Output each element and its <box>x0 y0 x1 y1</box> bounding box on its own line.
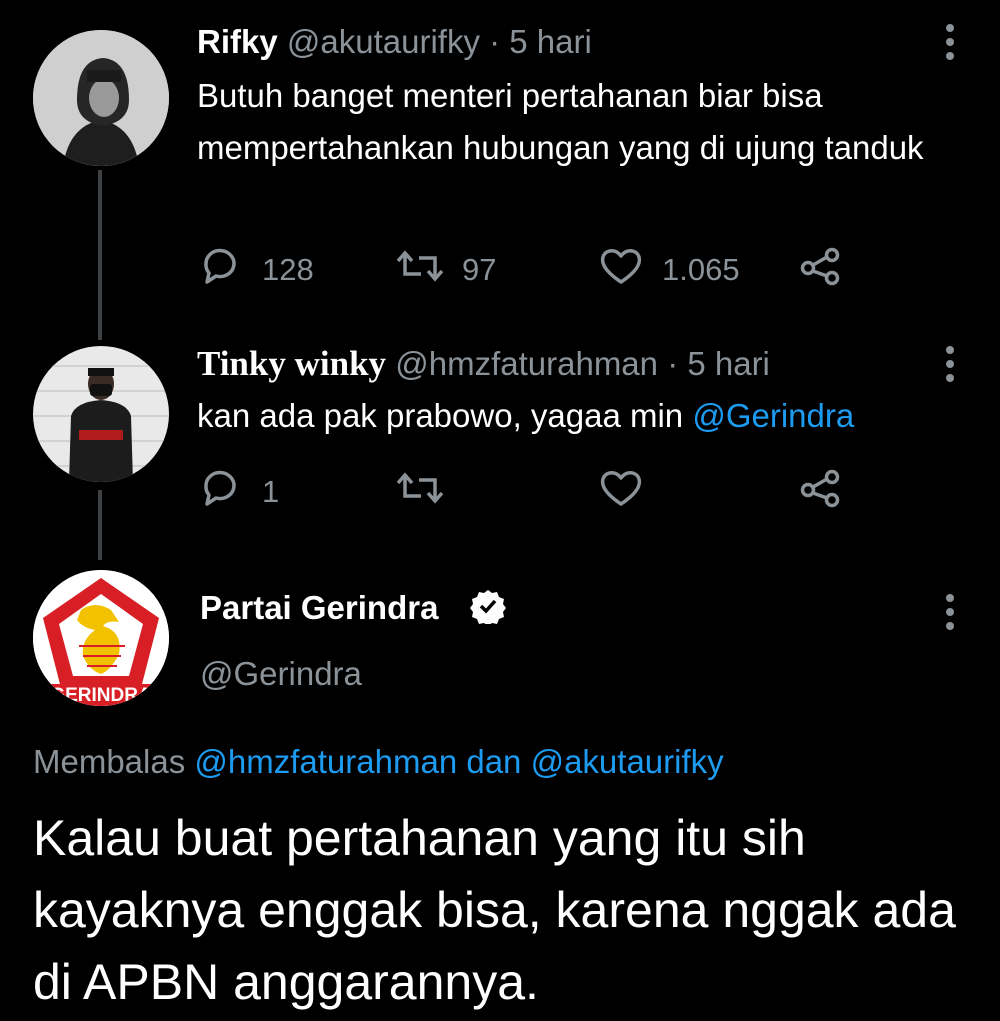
tweet-time: · 5 hari <box>667 345 770 382</box>
retweet-count: 97 <box>462 252 497 287</box>
mention-link[interactable]: @Gerindra <box>692 397 854 434</box>
main-tweet-text: Kalau buat pertahanan yang itu sih kayak… <box>33 810 956 1010</box>
author-handle[interactable]: @Gerindra <box>200 652 362 696</box>
author-name[interactable]: Tinky winky <box>197 344 386 383</box>
mention-link[interactable]: @akutaurifky <box>531 743 724 780</box>
reply-icon[interactable] <box>200 244 240 288</box>
author-handle[interactable]: @hmzfaturahman <box>395 345 658 382</box>
replying-label: Membalas <box>33 743 195 780</box>
share-icon[interactable] <box>798 244 844 288</box>
retweet-icon[interactable] <box>395 244 445 288</box>
tweet-thread-screen: Rifky @akutaurifky · 5 hari Butuh banget… <box>0 0 1000 1021</box>
avatar-tinky-winky[interactable] <box>33 346 169 482</box>
tweet-text: Butuh banget menteri pertahanan biar bis… <box>197 77 924 166</box>
replying-and: dan <box>457 743 531 780</box>
share-icon[interactable] <box>798 466 844 510</box>
tweet-text-body: kan ada pak prabowo, yagaa min <box>197 397 693 434</box>
author-name[interactable]: Rifky <box>197 23 278 60</box>
more-icon[interactable] <box>938 594 962 630</box>
like-icon[interactable] <box>598 244 644 288</box>
more-icon[interactable] <box>938 346 962 382</box>
garuda-logo-icon: GERINDRA <box>33 570 169 706</box>
tweet-actions: 128 97 1.065 <box>0 244 1000 294</box>
tweet-actions: 1 <box>0 466 1000 516</box>
avatar-gerindra-logo[interactable]: GERINDRA <box>33 570 169 706</box>
logo-text: GERINDRA <box>50 685 152 706</box>
reply-count: 1 <box>262 474 280 509</box>
more-icon[interactable] <box>938 24 962 60</box>
tweet-header: Rifky @akutaurifky · 5 hari <box>197 22 592 62</box>
author-name[interactable]: Partai Gerindra <box>200 586 438 630</box>
reply-icon[interactable] <box>200 466 240 510</box>
verified-badge-icon <box>470 590 506 624</box>
tweet-text: kan ada pak prabowo, yagaa min @Gerindra <box>197 390 957 442</box>
like-icon[interactable] <box>598 466 644 510</box>
like-count: 1.065 <box>662 252 740 287</box>
reply-count: 128 <box>262 252 314 287</box>
retweet-icon[interactable] <box>395 466 445 510</box>
tweet-time: · 5 hari <box>489 23 592 60</box>
author-handle[interactable]: @akutaurifky <box>287 23 480 60</box>
replying-to: Membalas @hmzfaturahman dan @akutaurifky <box>33 740 724 784</box>
avatar-rifky[interactable] <box>33 30 169 166</box>
avatar-person-icon <box>33 346 169 482</box>
tweet-header: Tinky winky @hmzfaturahman · 5 hari <box>197 344 770 384</box>
mention-link[interactable]: @hmzfaturahman <box>194 743 457 780</box>
avatar-person-icon <box>33 30 169 166</box>
